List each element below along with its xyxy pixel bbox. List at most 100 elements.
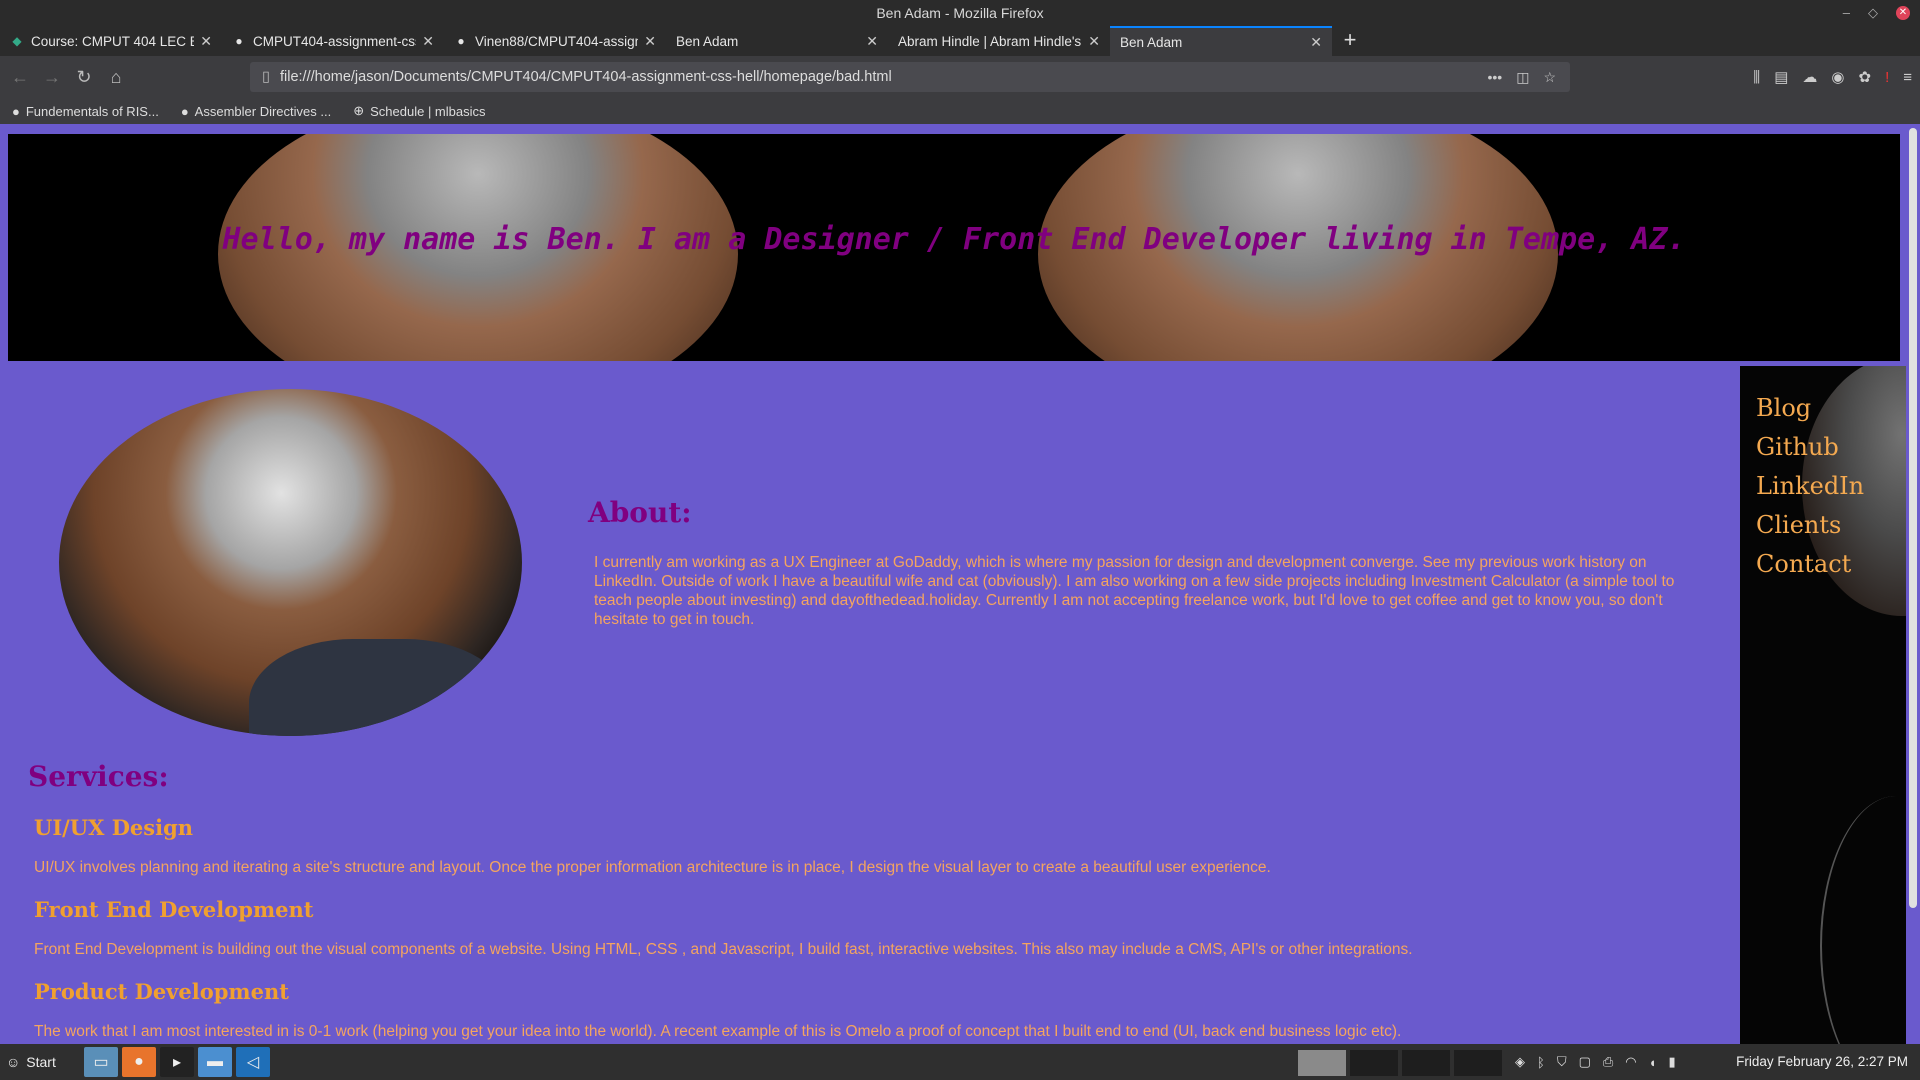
tab-label: Ben Adam bbox=[676, 33, 739, 49]
volume-icon[interactable]: ◖ bbox=[1649, 1055, 1657, 1070]
security-shield-icon[interactable]: ⛉ bbox=[1557, 1054, 1567, 1070]
sidebar-icon[interactable]: ▤ bbox=[1774, 68, 1788, 86]
page-viewport: Hello, my name is Ben. I am a Designer /… bbox=[0, 124, 1920, 1044]
tab-abram-hindle[interactable]: Abram Hindle | Abram Hindle's ✕ bbox=[888, 26, 1110, 56]
bookmarks-toolbar: ● Fundementals of RIS... ● Assembler Direc… bbox=[0, 98, 1920, 125]
workspace-2[interactable] bbox=[1350, 1050, 1398, 1076]
navigation-toolbar: ← → ↻ ⌂ ▯ file:///home/jason/Documents/C… bbox=[0, 56, 1920, 98]
service-item: UI/UX Design UI/UX involves planning and… bbox=[28, 815, 1708, 877]
bookmark-item[interactable]: ● Assembler Directives ... bbox=[181, 104, 331, 119]
workspace-switcher bbox=[1298, 1050, 1502, 1076]
nav-link-linkedin[interactable]: LinkedIn bbox=[1756, 472, 1912, 500]
github-icon: ● bbox=[457, 34, 465, 48]
nav-list: Blog Github LinkedIn Clients Contact bbox=[1740, 366, 1912, 578]
printer-icon[interactable]: ⎙ bbox=[1603, 1054, 1613, 1070]
hero-banner: Hello, my name is Ben. I am a Designer /… bbox=[8, 134, 1900, 361]
screenshot-icon[interactable]: ☁ bbox=[1802, 68, 1817, 86]
tab-ben-adam-active[interactable]: Ben Adam ✕ bbox=[1110, 26, 1332, 56]
dropbox-icon[interactable]: ◈ bbox=[1515, 1054, 1525, 1070]
close-tab-icon[interactable]: ✕ bbox=[200, 33, 212, 50]
nav-link-github[interactable]: Github bbox=[1756, 433, 1912, 461]
scrollbar-thumb[interactable] bbox=[1909, 128, 1917, 908]
close-tab-icon[interactable]: ✕ bbox=[1310, 34, 1322, 51]
wifi-icon[interactable]: ◠ bbox=[1625, 1054, 1636, 1070]
bookmark-item[interactable]: ⊕ Schedule | mlbasics bbox=[353, 103, 485, 119]
bookmark-label: Assembler Directives ... bbox=[194, 103, 332, 119]
services-section: Services: UI/UX Design UI/UX involves pl… bbox=[28, 760, 1708, 1044]
github-icon: ● bbox=[12, 103, 20, 119]
tab-strip: ◆ Course: CMPUT 404 LEC B1 ✕ ● CMPUT404-… bbox=[0, 26, 1920, 56]
service-title: Front End Development bbox=[34, 897, 314, 922]
start-label: Start bbox=[26, 1054, 56, 1070]
minimize-icon[interactable]: – bbox=[1843, 0, 1850, 26]
page-actions-icon[interactable]: ••• bbox=[1487, 69, 1502, 85]
window-controls: – ◇ ✕ bbox=[1843, 0, 1910, 26]
close-tab-icon[interactable]: ✕ bbox=[1088, 33, 1100, 50]
nav-link-clients[interactable]: Clients bbox=[1756, 511, 1912, 539]
library-icon[interactable]: ⫼ bbox=[1753, 69, 1760, 86]
extension-icon[interactable]: ✿ bbox=[1858, 68, 1871, 86]
github-icon: ● bbox=[180, 103, 189, 119]
tab-label: Vinen88/CMPUT404-assign bbox=[475, 33, 639, 49]
back-icon[interactable]: ← bbox=[4, 67, 36, 88]
github-icon: ● bbox=[235, 34, 243, 48]
nav-link-contact[interactable]: Contact bbox=[1756, 550, 1912, 578]
about-title: About: bbox=[588, 496, 692, 529]
close-window-icon[interactable]: ✕ bbox=[1896, 6, 1910, 20]
clock[interactable]: Friday February 26, 2:27 PM bbox=[1736, 1044, 1908, 1080]
address-bar[interactable]: ▯ file:///home/jason/Documents/CMPUT404/… bbox=[250, 62, 1570, 92]
bookmark-item[interactable]: ● Fundementals of RIS... bbox=[12, 104, 159, 119]
bookmark-label: Schedule | mlbasics bbox=[370, 103, 486, 119]
start-menu-icon: ☺ bbox=[6, 1054, 21, 1070]
close-tab-icon[interactable]: ✕ bbox=[422, 33, 434, 50]
desktop-icon[interactable]: ▭ bbox=[84, 1047, 118, 1077]
tab-label: Course: CMPUT 404 LEC B1 bbox=[31, 33, 195, 49]
pocket-icon[interactable]: ◫ bbox=[1516, 69, 1529, 86]
tab-ben-adam-1[interactable]: Ben Adam ✕ bbox=[666, 26, 888, 56]
restore-icon[interactable]: ◇ bbox=[1868, 0, 1878, 26]
tab-label: Ben Adam bbox=[1120, 34, 1183, 50]
tab-github-2[interactable]: ● Vinen88/CMPUT404-assign ✕ bbox=[444, 26, 666, 56]
start-button[interactable]: ☺ Start bbox=[0, 1054, 84, 1070]
new-tab-button[interactable]: + bbox=[1332, 26, 1368, 56]
profile-photo bbox=[59, 389, 522, 736]
service-text: Front End Development is building out th… bbox=[34, 941, 1413, 958]
profile-photo-shirt bbox=[249, 639, 509, 736]
forward-icon[interactable]: → bbox=[36, 67, 68, 88]
clipboard-icon[interactable]: ▢ bbox=[1579, 1054, 1591, 1070]
firefox-icon[interactable]: ● bbox=[122, 1047, 156, 1077]
about-text: I currently am working as a UX Engineer … bbox=[594, 554, 1675, 628]
tab-github-1[interactable]: ● CMPUT404-assignment-css ✕ bbox=[222, 26, 444, 56]
tab-course[interactable]: ◆ Course: CMPUT 404 LEC B1 ✕ bbox=[0, 26, 222, 56]
workspace-4[interactable] bbox=[1454, 1050, 1502, 1076]
page-info-icon[interactable]: ▯ bbox=[262, 69, 270, 85]
nav-sidebar: Blog Github LinkedIn Clients Contact bbox=[1740, 366, 1912, 1044]
reload-icon[interactable]: ↻ bbox=[68, 67, 100, 88]
battery-icon[interactable]: ▮ bbox=[1668, 1054, 1675, 1070]
workspace-3[interactable] bbox=[1402, 1050, 1450, 1076]
service-title: UI/UX Design bbox=[34, 815, 194, 840]
workspace-1[interactable] bbox=[1298, 1050, 1346, 1076]
vscode-icon[interactable]: ◁ bbox=[236, 1047, 270, 1077]
addon-off-icon[interactable]: ! bbox=[1885, 69, 1889, 86]
system-tray: ◈ ᛒ ⛉ ▢ ⎙ ◠ ◖ ▮ bbox=[1515, 1044, 1676, 1080]
tab-label: Abram Hindle | Abram Hindle's bbox=[898, 33, 1082, 49]
service-title: Product Development bbox=[34, 979, 289, 1004]
home-icon[interactable]: ⌂ bbox=[100, 67, 132, 88]
taskbar: ☺ Start ▭ ● ▸ ▬ ◁ ◈ ᛒ ⛉ ▢ ⎙ ◠ ◖ ▮ Friday… bbox=[0, 1044, 1920, 1080]
bookmark-star-icon[interactable]: ☆ bbox=[1543, 69, 1556, 86]
shield-icon[interactable]: ◉ bbox=[1831, 68, 1844, 86]
close-tab-icon[interactable]: ✕ bbox=[866, 33, 878, 50]
menu-icon[interactable]: ≡ bbox=[1903, 69, 1912, 86]
close-tab-icon[interactable]: ✕ bbox=[644, 33, 656, 50]
about-section: About: I currently am working as a UX En… bbox=[588, 496, 1688, 629]
file-manager-icon[interactable]: ▬ bbox=[198, 1047, 232, 1077]
url-text[interactable]: file:///home/jason/Documents/CMPUT404/CM… bbox=[280, 69, 1488, 85]
window-titlebar: Ben Adam - Mozilla Firefox – ◇ ✕ bbox=[0, 0, 1920, 26]
nav-link-blog[interactable]: Blog bbox=[1756, 394, 1912, 422]
terminal-icon[interactable]: ▸ bbox=[160, 1047, 194, 1077]
service-text: UI/UX involves planning and iterating a … bbox=[34, 859, 1271, 876]
bluetooth-icon[interactable]: ᛒ bbox=[1537, 1055, 1545, 1070]
page-scrollbar[interactable] bbox=[1906, 124, 1920, 1044]
service-item: Product Development The work that I am m… bbox=[28, 979, 1708, 1041]
